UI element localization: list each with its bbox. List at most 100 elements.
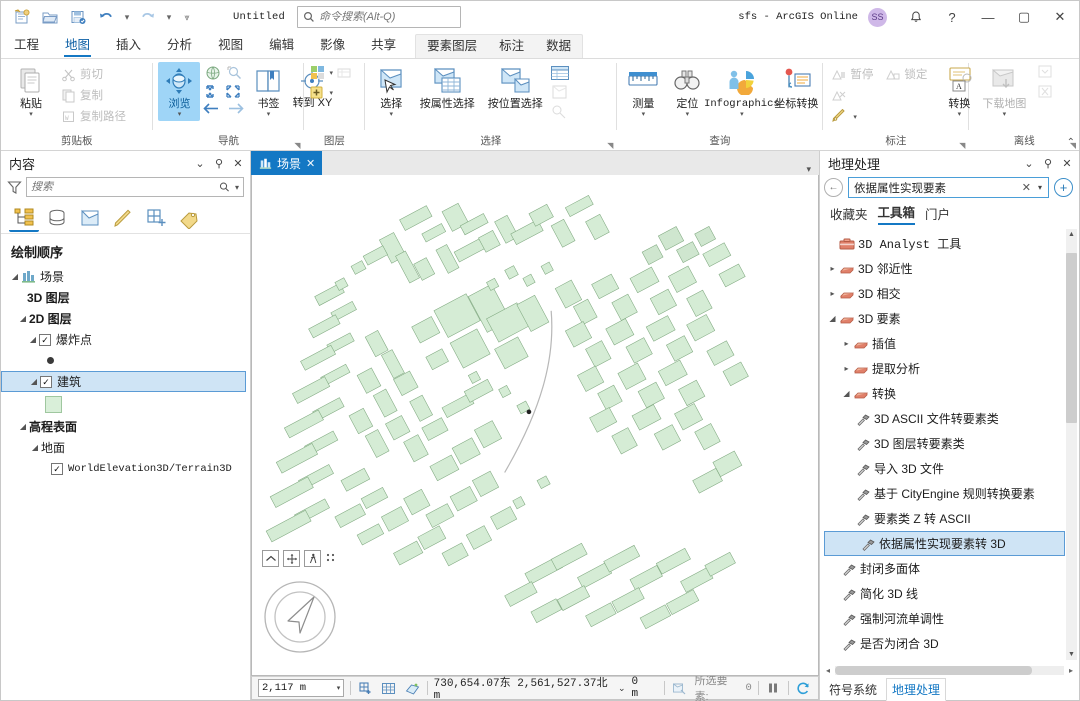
tool-row-enclose-multipatch[interactable]: 封闭多面体: [820, 556, 1079, 581]
geoprocessing-pin-icon[interactable]: ⚲: [1040, 154, 1056, 172]
avatar[interactable]: SS: [868, 7, 887, 27]
tool-row-simplify-3d-line[interactable]: 简化 3D 线: [820, 581, 1079, 606]
footer-tab-geoprocessing[interactable]: 地理处理: [886, 677, 947, 701]
tool-row-3d-features[interactable]: ◢ 3D 要素: [820, 306, 1079, 331]
list-by-labeling-tab[interactable]: [174, 204, 204, 232]
point-symbol-swatch[interactable]: [47, 357, 54, 364]
select-by-attributes-button[interactable]: 按属性选择: [414, 62, 480, 113]
expander-icon[interactable]: ▸: [826, 289, 839, 298]
selection-dialog-launcher[interactable]: ◥: [607, 141, 613, 150]
tool-row-3d-layer-to-feature-class[interactable]: 3D 图层转要素类: [820, 431, 1079, 456]
add-graphics-layer-icon[interactable]: [309, 84, 326, 101]
zoom-out-icon[interactable]: [225, 84, 242, 99]
scene-canvas[interactable]: [251, 175, 819, 676]
explore-button[interactable]: 浏览 ▾: [158, 62, 201, 121]
measure-caret-icon[interactable]: ▾: [642, 111, 646, 119]
bookmarks-button[interactable]: 书签 ▾: [247, 62, 289, 121]
tab-edit[interactable]: 编辑: [256, 34, 307, 58]
full-extent-icon[interactable]: [204, 64, 222, 82]
tool-row-3d-intersect[interactable]: ▸ 3D 相交: [820, 281, 1079, 306]
download-map-caret-icon[interactable]: ▾: [1003, 111, 1007, 119]
infographics-button[interactable]: Infographics ▾: [704, 62, 780, 121]
polygon-symbol-swatch[interactable]: [45, 395, 62, 413]
infographics-caret-icon[interactable]: ▾: [740, 111, 744, 119]
tool-row-extraction[interactable]: ▸ 提取分析: [820, 356, 1079, 381]
tab-labeling[interactable]: 标注: [488, 35, 535, 58]
tree-item-2d-layers[interactable]: ◢ 2D 图层: [1, 308, 250, 329]
convert-labels-caret-icon[interactable]: ▾: [958, 111, 962, 119]
tree-symbol-explosion-points[interactable]: [1, 350, 250, 371]
close-button[interactable]: ✕: [1043, 2, 1077, 32]
expander-icon[interactable]: ◢: [17, 422, 29, 431]
layer-visibility-checkbox[interactable]: ✓: [51, 462, 63, 475]
tool-row-interpolation[interactable]: ▸ 插值: [820, 331, 1079, 356]
geoprocessing-close-icon[interactable]: ✕: [1059, 154, 1075, 172]
back-arrow-icon[interactable]: ←: [824, 178, 843, 197]
select-button[interactable]: 选择 ▾: [370, 62, 412, 121]
open-project-icon[interactable]: [37, 5, 63, 29]
search-history-caret-icon[interactable]: ▾: [1035, 183, 1045, 192]
pause-drawing-icon[interactable]: [765, 679, 782, 697]
customize-qat-icon[interactable]: ⩔: [177, 5, 197, 29]
contents-menu-caret-icon[interactable]: ⌄: [192, 154, 208, 172]
grid-icon[interactable]: [380, 679, 397, 697]
tool-row-feature-to-3d-by-attribute[interactable]: 依据属性实现要素转 3D: [824, 531, 1065, 556]
view-tabs-overflow-icon[interactable]: ▾: [806, 164, 819, 175]
measure-button[interactable]: 测量 ▾: [622, 62, 664, 121]
selection-icon[interactable]: [671, 679, 688, 697]
scroll-left-icon[interactable]: ◂: [823, 666, 833, 675]
zoom-in-icon[interactable]: [205, 84, 222, 99]
expander-icon[interactable]: ◢: [9, 272, 21, 281]
maximize-button[interactable]: ▢: [1007, 2, 1041, 32]
paste-caret-icon[interactable]: ▾: [29, 111, 33, 119]
locate-caret-icon[interactable]: ▾: [686, 111, 690, 119]
expander-icon[interactable]: ◢: [27, 335, 39, 344]
tab-map[interactable]: 地图: [52, 34, 103, 58]
attribute-table-icon[interactable]: [550, 65, 570, 81]
tab-project[interactable]: 工程: [1, 34, 52, 58]
contents-close-icon[interactable]: ✕: [230, 154, 246, 172]
layer-visibility-checkbox[interactable]: ✓: [39, 333, 51, 346]
tab-portal[interactable]: 门户: [925, 204, 950, 225]
layer-visibility-checkbox[interactable]: ✓: [40, 375, 52, 388]
paste-button[interactable]: 粘贴 ▾: [6, 62, 56, 121]
copy-button[interactable]: 复制: [58, 85, 129, 105]
toolbox-hscroll-thumb[interactable]: [835, 665, 1032, 675]
lock-labels-button[interactable]: 锁定: [882, 64, 930, 84]
navigate-dialog-launcher[interactable]: ◥: [294, 141, 300, 150]
tool-row-feature-class-z-to-ascii[interactable]: 要素类 Z 转 ASCII: [820, 506, 1079, 531]
list-by-selection-tab[interactable]: [75, 204, 105, 232]
expander-icon[interactable]: ◢: [28, 377, 40, 386]
clear-search-icon[interactable]: ✕: [1018, 181, 1035, 194]
add-data-caret-icon[interactable]: ▾: [329, 69, 333, 77]
tab-share[interactable]: 共享: [358, 34, 409, 58]
geoprocessing-search-box[interactable]: ✕ ▾: [848, 177, 1049, 198]
compass-navigator[interactable]: [262, 579, 338, 655]
tool-row-features-from-cityengine-rules[interactable]: 基于 CityEngine 规则转换要素: [820, 481, 1079, 506]
walk-mode-icon[interactable]: [304, 550, 321, 567]
bookmarks-caret-icon[interactable]: ▾: [267, 111, 271, 119]
tree-item-scene[interactable]: ◢ 场景: [1, 266, 250, 287]
explore-caret-icon[interactable]: ▾: [178, 111, 182, 119]
map-scale-box[interactable]: 2,117 m ▾: [258, 679, 345, 697]
list-by-drawing-order-tab[interactable]: [9, 204, 39, 232]
refresh-icon[interactable]: [795, 679, 812, 697]
label-style-button[interactable]: ▾: [828, 106, 930, 126]
locate-button[interactable]: 定位 ▾: [666, 62, 708, 121]
tab-imagery[interactable]: 影像: [307, 34, 358, 58]
undo-icon[interactable]: [93, 5, 119, 29]
minimize-button[interactable]: —: [971, 2, 1005, 32]
tool-row-import-3d-files[interactable]: 导入 3D 文件: [820, 456, 1079, 481]
footer-tab-symbology[interactable]: 符号系统: [824, 679, 882, 700]
tree-item-elevation-surfaces[interactable]: ◢ 高程表面: [1, 416, 250, 437]
add-data-ribbon-icon[interactable]: [309, 64, 326, 81]
expander-icon[interactable]: ▸: [840, 364, 853, 373]
tab-feature-layer[interactable]: 要素图层: [416, 35, 488, 58]
geoprocessing-menu-caret-icon[interactable]: ⌄: [1021, 154, 1037, 172]
add-data-icon[interactable]: [357, 679, 374, 697]
cut-button[interactable]: 剪切: [58, 64, 129, 84]
expander-icon[interactable]: ▸: [840, 339, 853, 348]
tree-item-buildings[interactable]: ◢ ✓ 建筑: [1, 371, 246, 392]
save-project-icon[interactable]: [65, 5, 91, 29]
new-project-icon[interactable]: [9, 5, 35, 29]
